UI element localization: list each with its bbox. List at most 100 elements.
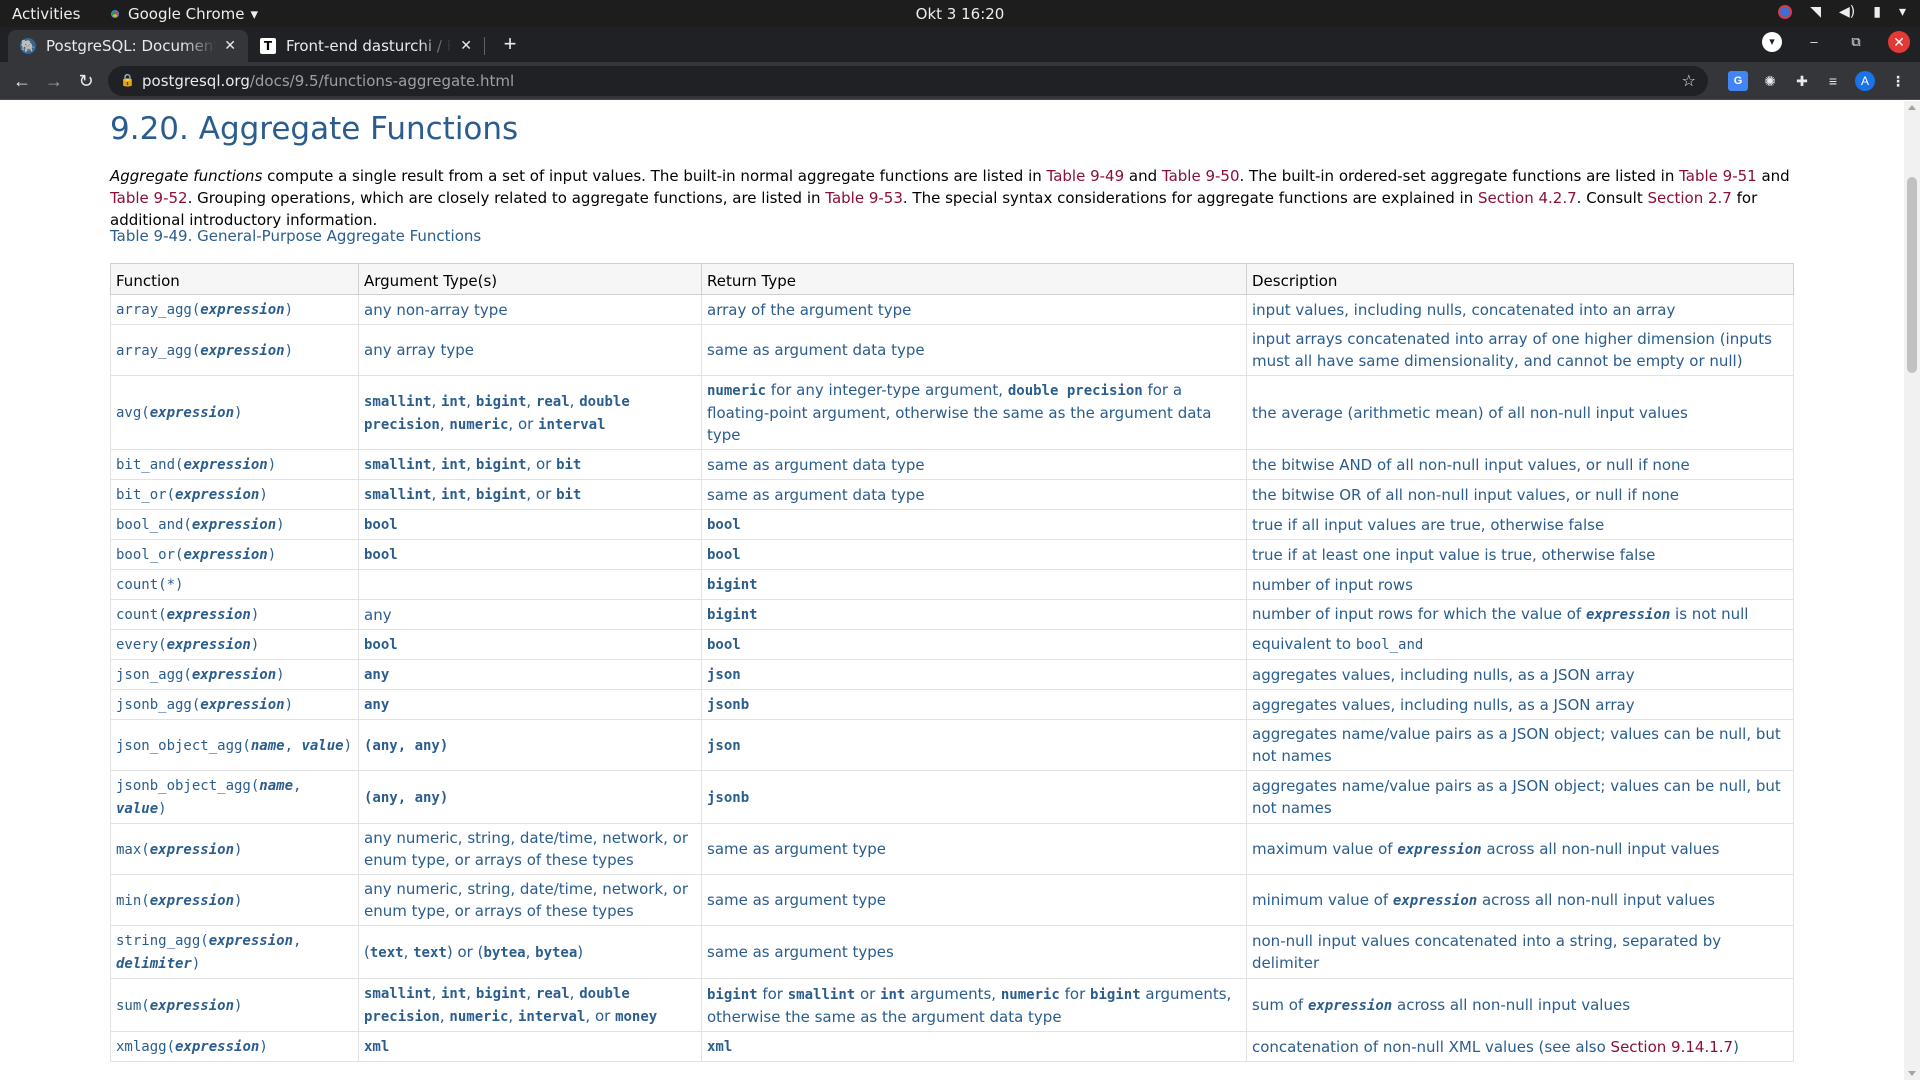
link-section-2-7[interactable]: Section 2.7 (1648, 189, 1732, 207)
column-header-description: Description (1246, 263, 1794, 295)
link-table-9-49[interactable]: Table 9-49 (1047, 167, 1125, 185)
description-cell: aggregates values, including nulls, as a… (1246, 659, 1794, 690)
table-header-row: Function Argument Type(s) Return Type De… (110, 263, 1794, 295)
cell-text: aggregates name/value pairs as a JSON ob… (1252, 777, 1781, 817)
app-menu[interactable]: Google Chrome ▾ (108, 5, 258, 23)
cell-text: is not null (1670, 605, 1749, 623)
link-table-9-50[interactable]: Table 9-50 (1162, 167, 1240, 185)
cell-text: for any integer-type argument, (766, 381, 1008, 399)
return-type-cell: same as argument data type (701, 449, 1247, 480)
notification-indicator-icon[interactable] (1778, 5, 1793, 19)
close-tab-icon[interactable]: ✕ (460, 38, 472, 54)
translate-extension-icon[interactable]: G (1728, 71, 1748, 91)
close-window-icon[interactable]: ✕ (1888, 31, 1910, 53)
intro-paragraph: Aggregate functions compute a single res… (110, 165, 1810, 231)
cross-reference-link[interactable]: Section 9.14.1.7 (1611, 1038, 1734, 1056)
argument-type-cell: (text, text) or (bytea, bytea) (358, 925, 702, 979)
intro-text: . Grouping operations, which are closely… (187, 189, 826, 207)
code-literal: ) (343, 737, 353, 754)
link-table-9-51[interactable]: Table 9-51 (1679, 167, 1757, 185)
code-literal: bool_or( (116, 547, 184, 563)
wifi-icon[interactable]: ◥ (1810, 4, 1821, 20)
system-tray[interactable]: ◥ ◀) ▮ ▾ (1778, 4, 1906, 20)
browser-toolbar: ← → ↻ 🔒 postgresql.org/docs/9.5/function… (0, 62, 1920, 100)
new-tab-button[interactable]: + (496, 31, 524, 59)
activities-button[interactable]: Activities (12, 5, 80, 23)
description-cell: aggregates name/value pairs as a JSON ob… (1246, 719, 1794, 771)
type-name: bigint (475, 986, 527, 1002)
back-arrow-icon[interactable]: ← (10, 69, 34, 93)
cell-text: across all non-null input values (1392, 995, 1631, 1014)
extension-gear-icon[interactable]: ✺ (1760, 71, 1780, 91)
description-cell: sum of expression across all non-null in… (1246, 978, 1794, 1032)
cell-text: , (439, 414, 450, 433)
parameter-name: name (259, 778, 294, 794)
argument-type-cell: (any, any) (358, 770, 702, 824)
type-name: json (707, 667, 741, 683)
scroll-down-arrow-icon[interactable] (1908, 1071, 1916, 1076)
profile-avatar[interactable]: A (1855, 71, 1875, 91)
minimize-icon[interactable]: – (1804, 32, 1824, 52)
lock-icon[interactable]: 🔒 (120, 73, 135, 87)
type-name: bigint (475, 393, 527, 410)
description-cell: the bitwise OR of all non-null input val… (1246, 479, 1794, 510)
intro-text: . The special syntax considerations for … (902, 189, 1478, 207)
volume-icon[interactable]: ◀) (1839, 4, 1855, 20)
code-literal: ) (276, 667, 285, 683)
close-tab-icon[interactable]: ✕ (224, 38, 236, 54)
reload-icon[interactable]: ↻ (74, 69, 98, 93)
cell-text: , (526, 391, 536, 410)
type-name: text (413, 944, 447, 961)
parameter-name: name (250, 737, 285, 754)
type-name: numeric (449, 1009, 509, 1025)
tab-postgresql-docs[interactable]: 🐘 PostgreSQL: Documentation ✕ (8, 30, 248, 62)
table-row: min(expression) any numeric, string, date… (110, 874, 1794, 926)
table-row: jsonb_agg(expression) any jsonb aggregates … (110, 689, 1794, 720)
page-content: 9.20. Aggregate Functions Aggregate func… (0, 101, 1904, 1080)
cell-text: number of input rows (1252, 575, 1413, 594)
tab-search-icon[interactable]: ▾ (1762, 32, 1782, 52)
clock[interactable]: Okt 3 16:20 (916, 5, 1005, 23)
page-scrollbar[interactable] (1904, 101, 1920, 1080)
cell-text: same as argument data type (707, 485, 925, 504)
scroll-up-arrow-icon[interactable] (1908, 105, 1916, 110)
extensions-puzzle-icon[interactable]: ✚ (1792, 71, 1812, 91)
url-text[interactable]: postgresql.org/docs/9.5/functions-aggreg… (142, 72, 514, 90)
function-cell: min(expression) (110, 874, 359, 926)
table-row: sum(expression) smallint, int, bigint, re… (110, 978, 1794, 1032)
bookmark-star-icon[interactable]: ☆ (1682, 71, 1696, 91)
type-name: jsonb (707, 789, 750, 806)
parameter-name: expression (149, 841, 235, 858)
return-type-cell: bool (701, 509, 1247, 540)
link-section-4-2-7[interactable]: Section 4.2.7 (1478, 189, 1577, 207)
type-name: smallint (364, 393, 432, 410)
t-letter-icon: T (260, 38, 276, 54)
scrollbar-thumb[interactable] (1907, 177, 1917, 373)
description-cell: minimum value of expression across all n… (1246, 874, 1794, 926)
caret-down-icon[interactable]: ▾ (1899, 4, 1906, 20)
cell-text: across all non-null input values (1481, 839, 1720, 858)
media-queue-icon[interactable]: ≡ (1823, 71, 1843, 91)
function-cell: count(expression) (110, 599, 359, 630)
type-name: text (369, 944, 404, 961)
tab-front-end[interactable]: T Front-end dasturchi / Front ✕ (248, 30, 484, 62)
cell-text: , (525, 942, 536, 961)
cell-text: true if at least one input value is true… (1252, 545, 1656, 564)
description-cell: true if at least one input value is true… (1246, 539, 1794, 570)
parameter-name: expression (200, 697, 285, 713)
chrome-menu-icon[interactable]: ⋮ (1888, 71, 1908, 91)
type-name: bytea (483, 944, 526, 961)
argument-type-cell: bool (358, 539, 702, 570)
code-literal: , (284, 737, 302, 754)
description-cell: aggregates values, including nulls, as a… (1246, 689, 1794, 720)
postgresql-elephant-icon: 🐘 (20, 38, 36, 54)
cell-text: any numeric, string, date/time, network,… (364, 880, 689, 920)
function-cell: every(expression) (110, 629, 359, 660)
link-table-9-53[interactable]: Table 9-53 (825, 189, 903, 207)
argument-type-cell: smallint, int, bigint, or bit (358, 449, 702, 480)
forward-arrow-icon[interactable]: → (42, 69, 66, 93)
address-bar[interactable]: 🔒 postgresql.org/docs/9.5/functions-aggr… (108, 66, 1708, 96)
battery-icon[interactable]: ▮ (1873, 4, 1881, 20)
link-table-9-52[interactable]: Table 9-52 (110, 189, 188, 207)
restore-icon[interactable]: ⧉ (1846, 32, 1866, 52)
